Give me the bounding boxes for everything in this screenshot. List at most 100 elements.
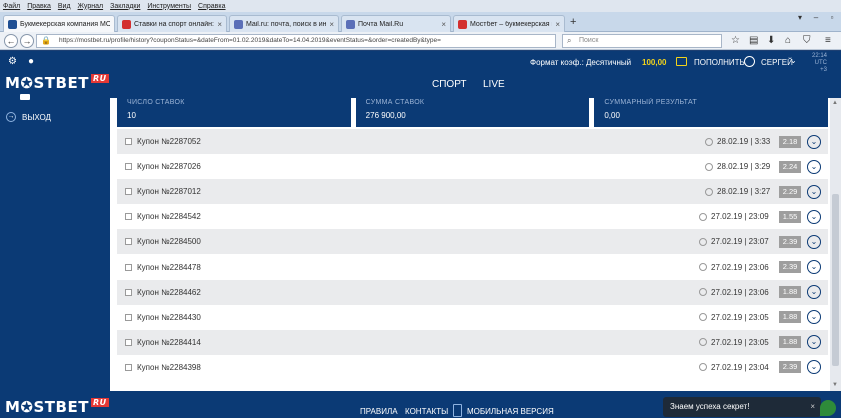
browser-tab[interactable]: Ставки на спорт онлайн: ре... × — [117, 15, 227, 32]
tab-title: Мостбет – букмекерская ко... — [470, 20, 552, 28]
chat-bubble-icon[interactable] — [820, 400, 836, 416]
logo-text: M✪STBET — [5, 398, 89, 416]
user-menu-button[interactable]: СЕРГЕЙ — [761, 58, 793, 67]
bet-history-panel: ЧИСЛО СТАВОК 10 СУММА СТАВОК 276 900,00 … — [110, 98, 830, 391]
browser-tab[interactable]: Mail.ru: почта, поиск в инте... × — [229, 15, 339, 32]
page-scrollbar[interactable]: ▲ ▼ — [830, 98, 841, 391]
bookmark-star-icon[interactable]: ☆ — [731, 35, 740, 47]
forward-button[interactable]: → — [20, 34, 34, 48]
menu-help[interactable]: Справка — [198, 3, 225, 10]
chevron-down-icon[interactable]: ⌄ — [807, 159, 821, 174]
coupon-checkbox[interactable] — [125, 188, 132, 196]
url-bar[interactable]: 🔒 https://mostbet.ru/profile/history?cou… — [36, 34, 556, 48]
coupon-row[interactable]: Купон №2287052 28.02.19 | 3:33 2.18 ⌄ — [117, 129, 828, 155]
coupon-coefficient: 2.18 — [779, 135, 801, 148]
coupon-checkbox[interactable] — [125, 313, 132, 321]
back-button[interactable]: ← — [4, 34, 18, 48]
tab-close-icon[interactable]: × — [441, 20, 446, 29]
coupon-checkbox[interactable] — [125, 213, 132, 221]
coupon-checkbox[interactable] — [125, 338, 132, 346]
hamburger-menu-icon[interactable]: ≡ — [825, 35, 831, 47]
scrollbar-thumb[interactable] — [832, 194, 839, 366]
summary-value: 0,00 — [604, 111, 620, 120]
coupon-row[interactable]: Купон №2284500 27.02.19 | 23:07 2.39 ⌄ — [117, 229, 828, 255]
deposit-button[interactable]: ПОПОЛНИТЬ — [694, 58, 745, 67]
coupon-row[interactable]: Купон №2284462 27.02.19 | 23:06 1.88 ⌄ — [117, 279, 828, 305]
coupon-row[interactable]: Купон №2284414 27.02.19 | 23:05 1.88 ⌄ — [117, 329, 828, 355]
clipboard-icon[interactable]: ▤ — [749, 35, 758, 47]
close-icon[interactable]: × — [810, 397, 815, 417]
clock-icon — [699, 212, 707, 221]
coupon-datetime-text: 28.02.19 | 3:33 — [717, 137, 771, 147]
apple-icon[interactable]: ● — [28, 56, 34, 67]
footer-rules-link[interactable]: ПРАВИЛА — [360, 407, 398, 416]
menu-edit[interactable]: Правка — [27, 3, 51, 10]
coupon-datetime-text: 27.02.19 | 23:06 — [711, 262, 769, 272]
coupon-checkbox[interactable] — [125, 238, 132, 246]
home-icon[interactable]: ⌂ — [785, 35, 791, 47]
coupon-datetime: 27.02.19 | 23:06 — [699, 263, 769, 272]
chevron-down-icon[interactable]: ⌄ — [807, 335, 821, 350]
chat-widget[interactable]: Знаем успеха секрет! × — [663, 397, 821, 417]
menu-history[interactable]: Журнал — [78, 3, 104, 10]
scroll-up-icon[interactable]: ▲ — [832, 100, 838, 106]
browser-tab[interactable]: Мостбет – букмекерская ко... × — [453, 15, 565, 32]
menu-bookmarks[interactable]: Закладки — [110, 3, 140, 10]
sidebar-item-exit[interactable]: → ВЫХОД — [6, 112, 51, 122]
odds-format-select[interactable]: Формат коэф.: Десятичный — [530, 58, 631, 67]
summary-bet-sum: СУММА СТАВОК 276 900,00 — [355, 98, 590, 127]
chevron-down-icon[interactable]: ⌄ — [807, 209, 821, 224]
coupon-checkbox[interactable] — [125, 288, 132, 296]
android-icon[interactable]: ⚙ — [8, 56, 17, 67]
coupon-checkbox[interactable] — [125, 163, 132, 171]
coupon-row[interactable]: Купон №2284398 27.02.19 | 23:04 2.39 ⌄ — [117, 354, 828, 380]
search-input[interactable]: ⌕ Поиск — [562, 34, 722, 48]
coupon-coefficient: 2.24 — [779, 160, 801, 173]
tab-close-icon[interactable]: × — [555, 20, 560, 29]
download-icon[interactable]: ⬇ — [767, 35, 775, 47]
chevron-down-icon[interactable]: ⌄ — [790, 56, 797, 65]
menu-tools[interactable]: Инструменты — [147, 3, 191, 10]
footer-logo[interactable]: M✪STBET RU — [5, 398, 109, 416]
clock-icon — [705, 137, 713, 146]
nav-live[interactable]: LIVE — [483, 79, 505, 90]
logo-suffix: RU — [90, 74, 109, 83]
minimize-icon[interactable]: – — [809, 12, 823, 23]
chevron-down-icon[interactable]: ⌄ — [807, 184, 821, 199]
chevron-down-icon[interactable]: ⌄ — [807, 285, 821, 300]
scroll-down-icon[interactable]: ▼ — [832, 382, 838, 388]
coupon-checkbox[interactable] — [125, 263, 132, 271]
footer-mobile-link[interactable]: МОБИЛЬНАЯ ВЕРСИЯ — [467, 407, 554, 416]
chevron-down-icon[interactable]: ⌄ — [807, 260, 821, 275]
chevron-down-icon[interactable]: ▾ — [793, 12, 807, 23]
footer-contacts-link[interactable]: КОНТАКТЫ — [405, 407, 448, 416]
chevron-down-icon[interactable]: ⌄ — [807, 360, 821, 375]
wallet-icon — [676, 57, 687, 66]
coupon-coefficient: 2.39 — [779, 235, 801, 248]
user-icon — [744, 56, 755, 67]
chevron-down-icon[interactable]: ⌄ — [807, 134, 821, 149]
coupon-row[interactable]: Купон №2284478 27.02.19 | 23:06 2.39 ⌄ — [117, 254, 828, 280]
browser-tab[interactable]: Букмекерская компания МОСТБ... — [3, 15, 115, 32]
coupon-row[interactable]: Купон №2287026 28.02.19 | 3:29 2.24 ⌄ — [117, 154, 828, 180]
clock-icon — [699, 313, 707, 322]
coupon-datetime: 27.02.19 | 23:06 — [699, 288, 769, 297]
browser-tab[interactable]: Почта Mail.Ru × — [341, 15, 451, 32]
nav-sport[interactable]: СПОРТ — [432, 79, 467, 90]
chevron-down-icon[interactable]: ⌄ — [807, 234, 821, 249]
shield-icon[interactable]: ⛉ — [803, 35, 811, 47]
tab-close-icon[interactable]: × — [329, 20, 334, 29]
coupon-coefficient: 1.55 — [779, 210, 801, 223]
site-logo[interactable]: M✪STBET RU — [5, 74, 109, 92]
coupon-row[interactable]: Купон №2284542 27.02.19 | 23:09 1.55 ⌄ — [117, 204, 828, 230]
menu-view[interactable]: Вид — [58, 3, 71, 10]
coupon-row[interactable]: Купон №2284430 27.02.19 | 23:05 1.88 ⌄ — [117, 304, 828, 330]
coupon-checkbox[interactable] — [125, 138, 132, 146]
maximize-icon[interactable]: ▫ — [825, 12, 839, 23]
new-tab-button[interactable]: + — [570, 16, 576, 28]
chevron-down-icon[interactable]: ⌄ — [807, 310, 821, 325]
tab-close-icon[interactable]: × — [217, 20, 222, 29]
menu-file[interactable]: Файл — [3, 3, 20, 10]
coupon-row[interactable]: Купон №2287012 28.02.19 | 3:27 2.29 ⌄ — [117, 179, 828, 205]
coupon-checkbox[interactable] — [125, 363, 132, 371]
